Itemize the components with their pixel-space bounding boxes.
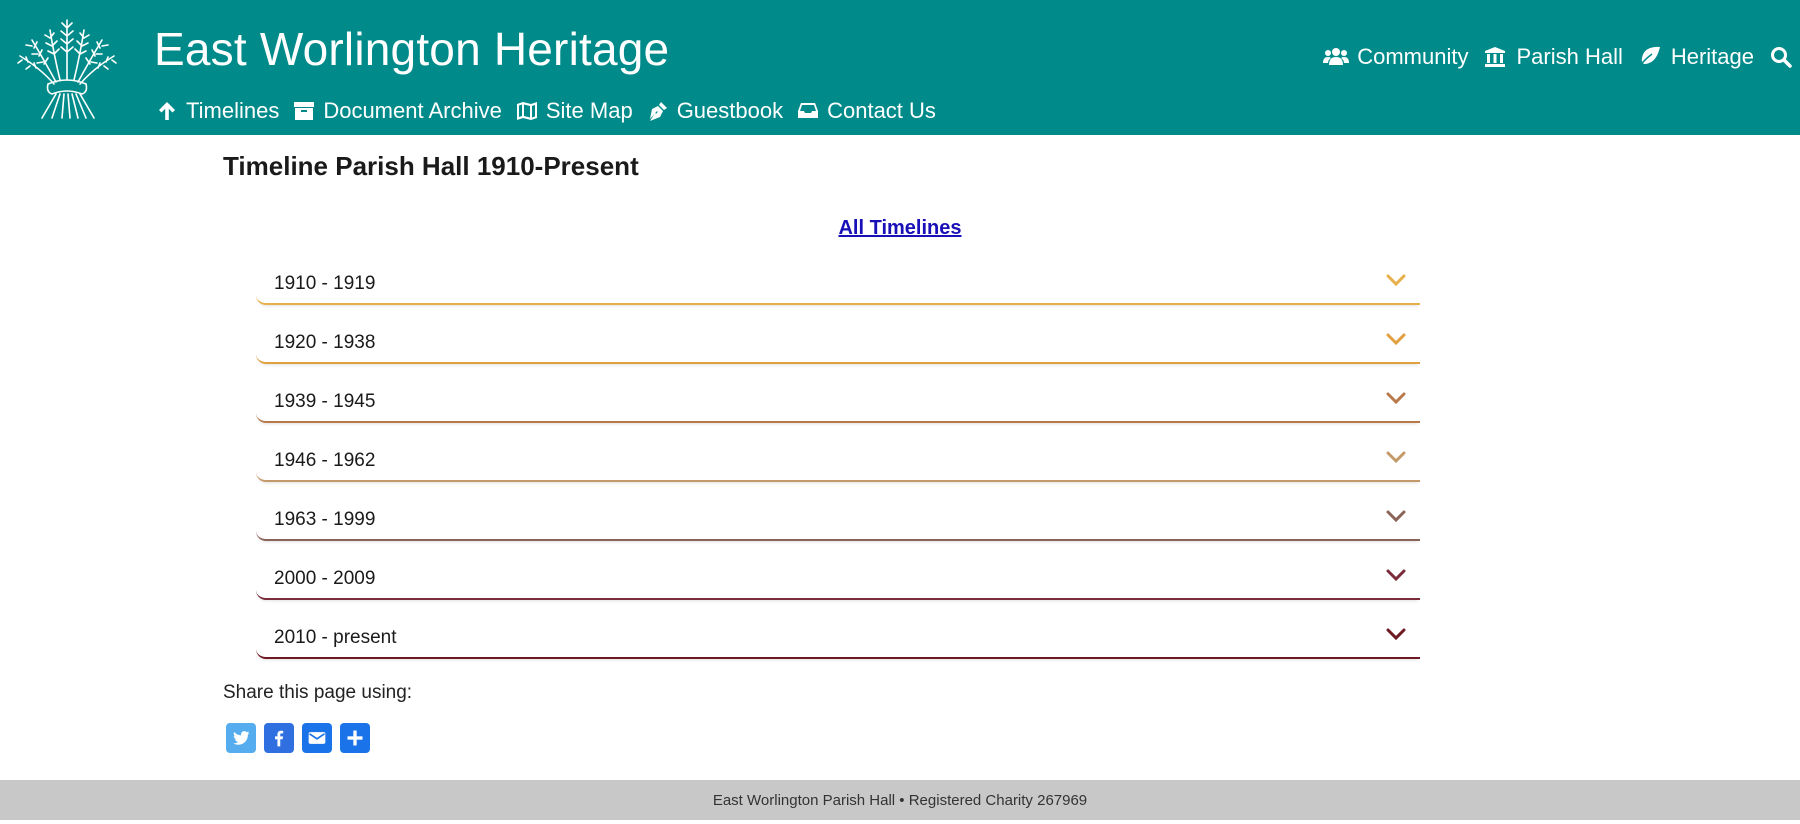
- nav-guestbook-label: Guestbook: [676, 98, 784, 123]
- share-more-button[interactable]: [340, 723, 370, 753]
- site-footer: East Worlington Parish Hall • Registered…: [0, 780, 1800, 820]
- share-label: Share this page using:: [223, 682, 413, 703]
- accordion-header[interactable]: 1920 - 1938: [256, 312, 1420, 364]
- chevron-down-icon[interactable]: [1386, 568, 1406, 582]
- accordion-header[interactable]: 1946 - 1962: [256, 430, 1420, 482]
- accordion-label: 1963 - 1999: [274, 509, 376, 530]
- accordion-item: 2000 - 2009: [256, 548, 1420, 607]
- chevron-down-icon[interactable]: [1386, 627, 1406, 641]
- nav-timelines-label: Timelines: [186, 98, 280, 123]
- accordion-header[interactable]: 1963 - 1999: [256, 489, 1420, 541]
- archive-box-icon: [294, 102, 315, 120]
- nav-heritage[interactable]: Heritage: [1637, 44, 1754, 70]
- timeline-accordion: 1910 - 1919 1920 - 1938 1939 - 1945 1946…: [256, 253, 1420, 666]
- inbox-icon: [798, 103, 819, 118]
- accordion-header[interactable]: 2010 - present: [256, 607, 1420, 659]
- accordion-label: 1946 - 1962: [274, 450, 376, 471]
- site-header: East Worlington Heritage Community Paris…: [0, 0, 1800, 135]
- accordion-label: 1920 - 1938: [274, 332, 376, 353]
- search-icon: [1771, 47, 1792, 68]
- nav-document-archive[interactable]: Document Archive: [293, 98, 502, 124]
- accordion-header[interactable]: 1910 - 1919: [256, 253, 1420, 305]
- accordion-item: 1910 - 1919: [256, 253, 1420, 312]
- nav-site-map-label: Site Map: [545, 98, 633, 123]
- nav-contact-us-label: Contact Us: [827, 98, 936, 123]
- chevron-down-icon[interactable]: [1386, 450, 1406, 464]
- sub-nav: Timelines Document Archive Site Map Gues…: [156, 98, 936, 124]
- share-twitter-button[interactable]: [226, 723, 256, 753]
- chevron-down-icon[interactable]: [1386, 332, 1406, 346]
- map-icon: [516, 102, 537, 120]
- nav-heritage-label: Heritage: [1670, 44, 1754, 69]
- site-title[interactable]: East Worlington Heritage: [154, 22, 669, 76]
- accordion-label: 2000 - 2009: [274, 568, 376, 589]
- nav-parish-hall[interactable]: Parish Hall: [1482, 44, 1623, 70]
- page-title: Timeline Parish Hall 1910-Present: [223, 151, 639, 181]
- share-email-button[interactable]: [302, 723, 332, 753]
- wheat-sheaf-logo[interactable]: [12, 10, 122, 122]
- nav-community[interactable]: Community: [1323, 44, 1468, 70]
- pen-nib-icon: [649, 102, 667, 121]
- nav-community-label: Community: [1357, 44, 1469, 69]
- nav-parish-hall-label: Parish Hall: [1516, 44, 1623, 69]
- accordion-header[interactable]: 2000 - 2009: [256, 548, 1420, 600]
- plus-icon: [347, 730, 363, 746]
- accordion-label: 1910 - 1919: [274, 273, 376, 294]
- search-button[interactable]: [1768, 46, 1794, 68]
- all-timelines-container: All Timelines: [0, 217, 1800, 240]
- landmark-icon: [1485, 47, 1506, 67]
- nav-contact-us[interactable]: Contact Us: [797, 98, 936, 124]
- leaf-icon: [1638, 46, 1660, 68]
- users-icon: [1323, 48, 1350, 65]
- accordion-item: 1963 - 1999: [256, 489, 1420, 548]
- nav-timelines[interactable]: Timelines: [156, 98, 279, 124]
- accordion-item: 1946 - 1962: [256, 430, 1420, 489]
- share-buttons: [226, 723, 370, 753]
- accordion-header[interactable]: 1939 - 1945: [256, 371, 1420, 423]
- accordion-item: 1939 - 1945: [256, 371, 1420, 430]
- accordion-item: 1920 - 1938: [256, 312, 1420, 371]
- twitter-icon: [233, 731, 250, 745]
- footer-text: East Worlington Parish Hall • Registered…: [712, 791, 1088, 809]
- facebook-icon: [275, 730, 284, 747]
- accordion-label: 2010 - present: [274, 627, 397, 648]
- email-icon: [308, 732, 326, 744]
- arrow-up-icon: [159, 102, 175, 120]
- chevron-down-icon[interactable]: [1386, 273, 1406, 287]
- all-timelines-link[interactable]: All Timelines: [838, 217, 961, 239]
- top-nav: Community Parish Hall Heritage: [1323, 44, 1794, 70]
- accordion-label: 1939 - 1945: [274, 391, 376, 412]
- nav-guestbook[interactable]: Guestbook: [647, 98, 783, 124]
- share-facebook-button[interactable]: [264, 723, 294, 753]
- chevron-down-icon[interactable]: [1386, 509, 1406, 523]
- chevron-down-icon[interactable]: [1386, 391, 1406, 405]
- accordion-item: 2010 - present: [256, 607, 1420, 666]
- nav-site-map[interactable]: Site Map: [516, 98, 633, 124]
- nav-document-archive-label: Document Archive: [323, 98, 502, 123]
